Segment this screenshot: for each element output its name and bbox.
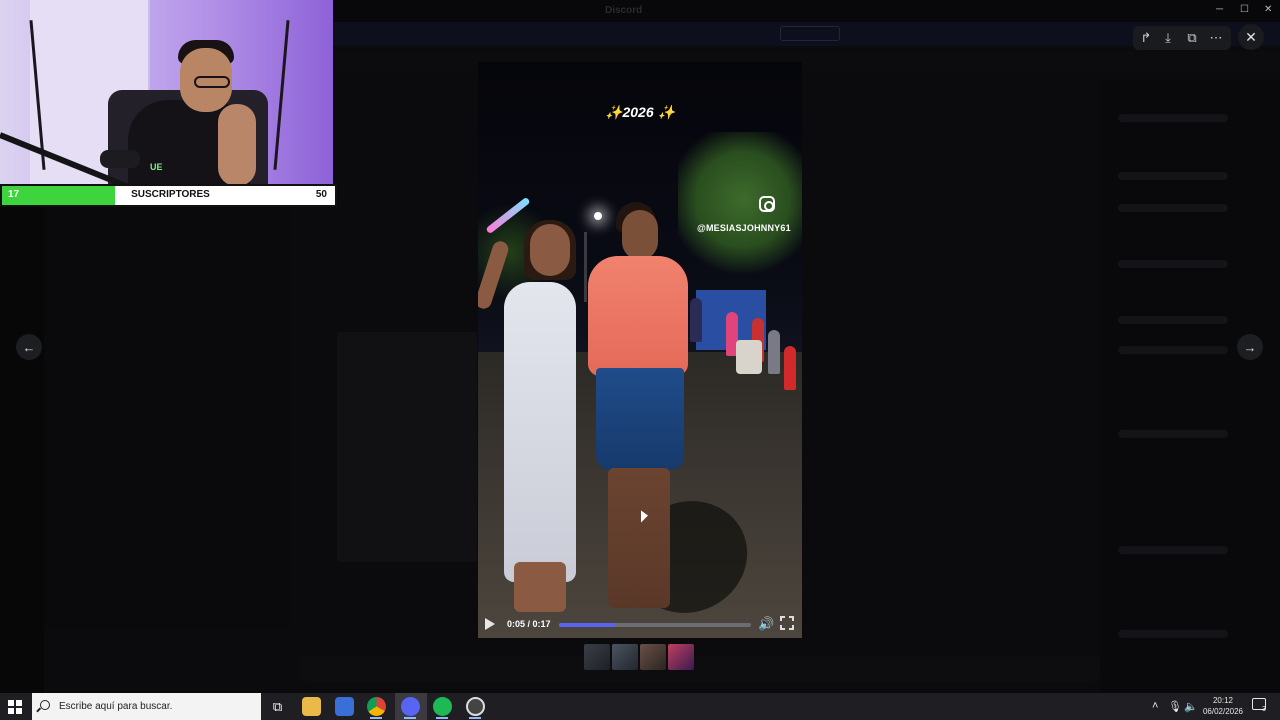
speaker-icon[interactable]: 🔈: [1184, 700, 1198, 713]
taskbar-date[interactable]: 06/02/2026: [1198, 707, 1248, 716]
video-player[interactable]: ✨2026 ✨ @MESIASJOHNNY61: [478, 62, 802, 638]
video-bystander: [690, 298, 702, 342]
video-plastic-chair: [736, 340, 762, 374]
video-bystander: [784, 346, 796, 390]
microphone-icon[interactable]: 🎙: [1168, 700, 1182, 713]
media-thumbnail[interactable]: [668, 644, 694, 670]
open-in-browser-button[interactable]: ⧉: [1179, 25, 1205, 51]
subscriber-goal-bar: SUSCRIPTORES 17 50: [0, 184, 337, 207]
microsoft-store-icon[interactable]: [335, 697, 354, 716]
instagram-handle: @MESIASJOHNNY61: [697, 223, 791, 233]
more-options-button[interactable]: ⋯: [1203, 25, 1229, 51]
dimmed-server-list: [0, 207, 44, 693]
webcam-person-arm: [218, 104, 256, 186]
dimmed-member-row: [1118, 114, 1228, 122]
minimize-button[interactable]: ─: [1216, 4, 1223, 15]
dimmed-banner-button: [780, 26, 840, 41]
obs-icon[interactable]: [466, 697, 485, 716]
dimmed-channel-list: [44, 207, 290, 627]
instagram-icon: [759, 196, 775, 212]
discord-icon[interactable]: [401, 697, 420, 716]
taskbar-time[interactable]: 20:12: [1208, 696, 1238, 705]
video-street-lamp: [594, 212, 602, 220]
previous-media-button[interactable]: ←: [16, 334, 42, 360]
seek-bar[interactable]: [559, 623, 751, 627]
volume-icon[interactable]: 🔊: [758, 616, 774, 632]
video-person-head: [530, 224, 570, 276]
shirt-logo: UE: [150, 162, 163, 172]
show-hidden-icons-chevron-icon[interactable]: ˄: [1152, 700, 1158, 712]
spotify-running-indicator: [436, 717, 448, 719]
media-thumbnail[interactable]: [584, 644, 610, 670]
media-thumbnail[interactable]: [640, 644, 666, 670]
windows-start-icon[interactable]: [8, 700, 22, 714]
file-explorer-icon[interactable]: [302, 697, 321, 716]
chrome-running-indicator: [370, 717, 382, 719]
fullscreen-icon[interactable]: [780, 616, 794, 630]
next-media-button[interactable]: →: [1237, 334, 1263, 360]
download-button[interactable]: ⤓: [1155, 25, 1181, 51]
dimmed-member-row: [1118, 260, 1228, 268]
webcam-microphone: [100, 150, 140, 168]
dimmed-member-row: [1118, 630, 1228, 638]
video-time: 0:05 / 0:17: [507, 619, 551, 629]
video-lamp-pole: [584, 232, 587, 302]
maximize-button[interactable]: ☐: [1240, 4, 1249, 15]
discord-running-indicator: [404, 717, 416, 719]
close-viewer-button[interactable]: ✕: [1238, 24, 1264, 50]
window-close-button[interactable]: ✕: [1264, 4, 1272, 15]
subscriber-count: 17: [8, 189, 20, 200]
video-pink-blouse: [588, 256, 688, 376]
dimmed-member-row: [1118, 172, 1228, 180]
window-title: Discord: [605, 5, 643, 16]
video-caption-title: ✨2026 ✨: [605, 104, 675, 120]
video-bystander: [768, 330, 780, 374]
dimmed-member-row: [1118, 204, 1228, 212]
video-denim-skirt: [596, 368, 684, 470]
play-icon[interactable]: [485, 618, 495, 630]
dimmed-member-row: [1118, 430, 1228, 438]
media-thumbnails: [584, 644, 694, 670]
dimmed-member-row: [1118, 546, 1228, 554]
video-tree: [678, 132, 802, 282]
spotify-icon[interactable]: [433, 697, 452, 716]
subscriber-goal: 50: [315, 189, 327, 200]
seek-bar-progress: [559, 623, 615, 627]
video-person-legs: [514, 562, 566, 612]
dimmed-message-input: [300, 656, 1100, 682]
video-white-dress: [504, 282, 576, 582]
notification-count: 3: [1262, 706, 1266, 713]
webcam-light-pole: [273, 20, 290, 170]
video-person-legs: [608, 468, 670, 608]
video-person-head: [622, 210, 658, 260]
subscriber-goal-label: SUSCRIPTORES: [131, 189, 210, 200]
task-view-icon[interactable]: ⧉: [268, 697, 287, 716]
media-thumbnail[interactable]: [612, 644, 638, 670]
chrome-icon[interactable]: [367, 697, 386, 716]
dimmed-member-row: [1118, 316, 1228, 324]
video-controls: 0:05 / 0:17 🔊: [478, 612, 802, 638]
webcam-person-glasses: [194, 76, 230, 88]
dimmed-channel-header: [333, 52, 1280, 74]
dimmed-member-row: [1118, 346, 1228, 354]
obs-running-indicator: [469, 717, 481, 719]
streamer-webcam: UE: [0, 0, 333, 186]
search-icon: [40, 700, 50, 710]
dimmed-message-card: [337, 332, 477, 562]
taskbar-search-placeholder: Escribe aquí para buscar.: [59, 701, 173, 712]
